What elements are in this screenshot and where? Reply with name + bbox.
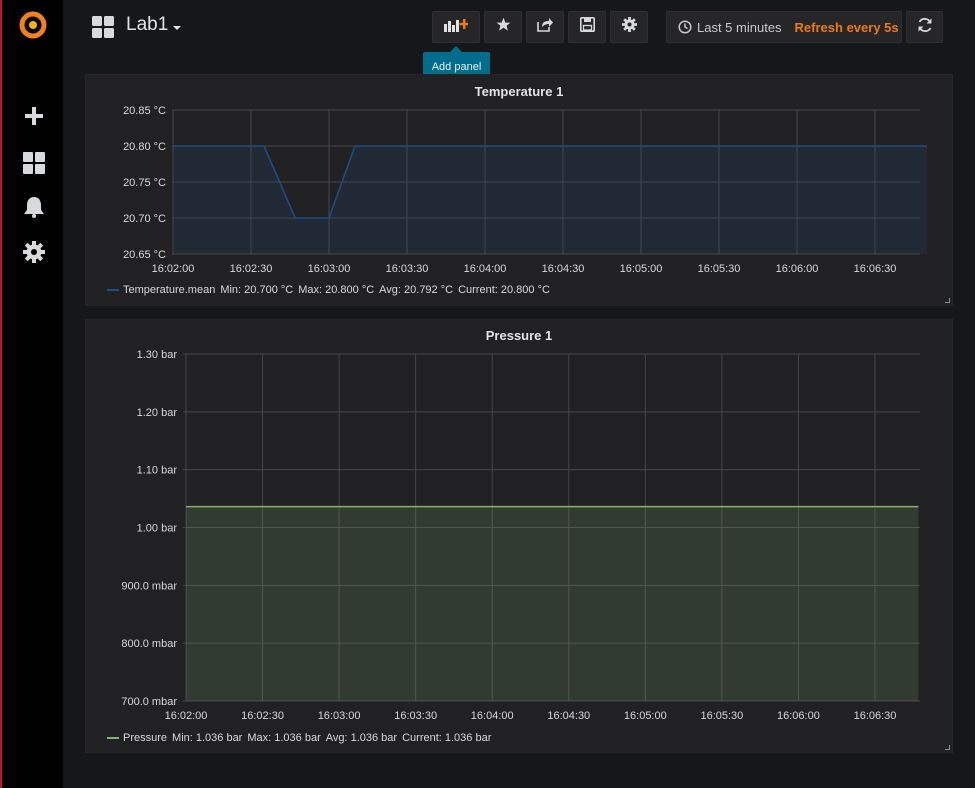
y-tick-label: 700.0 mbar [121,696,177,708]
y-tick-label: 20.65 °C [123,249,166,261]
legend-min: Min: 20.700 °C [220,284,294,296]
configuration-button[interactable] [19,239,49,269]
x-tick-label: 16:04:00 [464,263,507,275]
dashboards-button[interactable] [19,150,49,180]
legend-max: Max: 1.036 bar [247,732,321,744]
x-tick-label: 16:03:00 [318,710,361,722]
legend-swatch [107,737,119,739]
y-tick-label: 800.0 mbar [121,638,177,650]
y-tick-label: 20.75 °C [123,177,166,189]
dashboard-title[interactable]: Lab1 [126,14,168,36]
share-icon [537,17,553,37]
x-tick-label: 16:02:00 [152,263,195,275]
x-tick-label: 16:02:00 [165,710,208,722]
alerting-button[interactable] [19,194,49,224]
x-tick-label: 16:05:30 [700,710,743,722]
create-button[interactable] [19,103,49,133]
sidebar [0,0,63,788]
series-area [186,506,919,701]
save-icon [579,17,595,37]
dashboard-settings-button[interactable] [610,11,648,43]
dashboard-grid-icon [92,16,114,38]
gear-icon [621,17,637,37]
panel-resize-handle[interactable] [945,745,950,750]
chevron-down-icon[interactable] [173,26,181,30]
x-tick-label: 16:02:30 [241,710,284,722]
gear-icon [23,240,45,268]
share-dashboard-button[interactable] [526,11,564,43]
x-tick-label: 16:03:30 [386,263,429,275]
temperature-panel: Temperature 1 20.65 °C 20.70 °C 20.75 °C 20… [85,74,953,306]
temperature-legend: Temperature.mean Min: 20.700 °C Max: 20.… [107,284,555,296]
dashboards-icon [23,151,45,179]
y-tick-label: 1.20 bar [137,407,178,419]
series-area [173,146,927,254]
x-tick-label: 16:04:30 [547,710,590,722]
legend-series-name[interactable]: Pressure [123,732,172,744]
x-tick-label: 16:06:30 [854,263,897,275]
x-tick-label: 16:05:00 [620,263,663,275]
y-tick-label: 1.00 bar [137,523,178,535]
y-tick-label: 1.10 bar [137,465,178,477]
save-dashboard-button[interactable] [568,11,606,43]
x-tick-label: 16:04:30 [542,263,585,275]
grafana-logo-icon[interactable] [16,8,50,42]
legend-series-name[interactable]: Temperature.mean [123,284,220,296]
temperature-chart: 20.65 °C 20.70 °C 20.75 °C 20.80 °C 20.85 °C… [123,105,927,275]
x-tick-label: 16:05:00 [624,710,667,722]
legend-current: Current: 1.036 bar [402,732,492,744]
x-tick-label: 16:03:30 [394,710,437,722]
legend-avg: Avg: 1.036 bar [325,732,398,744]
x-tick-label: 16:04:00 [471,710,514,722]
star-icon [496,17,511,37]
plus-icon [25,106,43,130]
x-tick-label: 16:06:30 [854,710,897,722]
x-tick-label: 16:02:30 [230,263,273,275]
pressure-chart: 700.0 mbar 800.0 mbar 900.0 mbar 1.00 bar 1.… [121,349,920,722]
legend-min: Min: 1.036 bar [172,732,243,744]
add-panel-icon [444,18,469,37]
y-tick-label: 1.30 bar [137,349,178,361]
time-range-label: Last 5 minutes [697,19,782,35]
add-panel-button[interactable] [432,11,480,43]
refresh-button[interactable] [906,11,943,43]
legend-avg: Avg: 20.792 °C [379,284,454,296]
refresh-icon [917,17,933,38]
panel-resize-handle[interactable] [945,298,950,303]
bell-icon [24,196,44,223]
x-tick-label: 16:06:00 [776,263,819,275]
time-picker-button[interactable]: Last 5 minutes Refresh every 5s [666,11,902,43]
legend-current: Current: 20.800 °C [458,284,550,296]
pressure-legend: Pressure Min: 1.036 bar Max: 1.036 bar A… [107,732,496,744]
star-dashboard-button[interactable] [484,11,522,43]
refresh-interval-label: Refresh every 5s [794,19,899,35]
y-tick-label: 20.85 °C [123,105,166,117]
clock-icon [678,20,692,34]
y-tick-label: 20.70 °C [123,213,166,225]
legend-swatch [107,289,119,291]
x-tick-label: 16:03:00 [308,263,351,275]
x-tick-label: 16:06:00 [777,710,820,722]
y-tick-label: 900.0 mbar [121,580,177,592]
x-tick-label: 16:05:30 [698,263,741,275]
y-tick-label: 20.80 °C [123,141,166,153]
pressure-panel: Pressure 1 700.0 mbar 800.0 mbar 900.0 mba… [85,319,953,753]
legend-max: Max: 20.800 °C [298,284,375,296]
